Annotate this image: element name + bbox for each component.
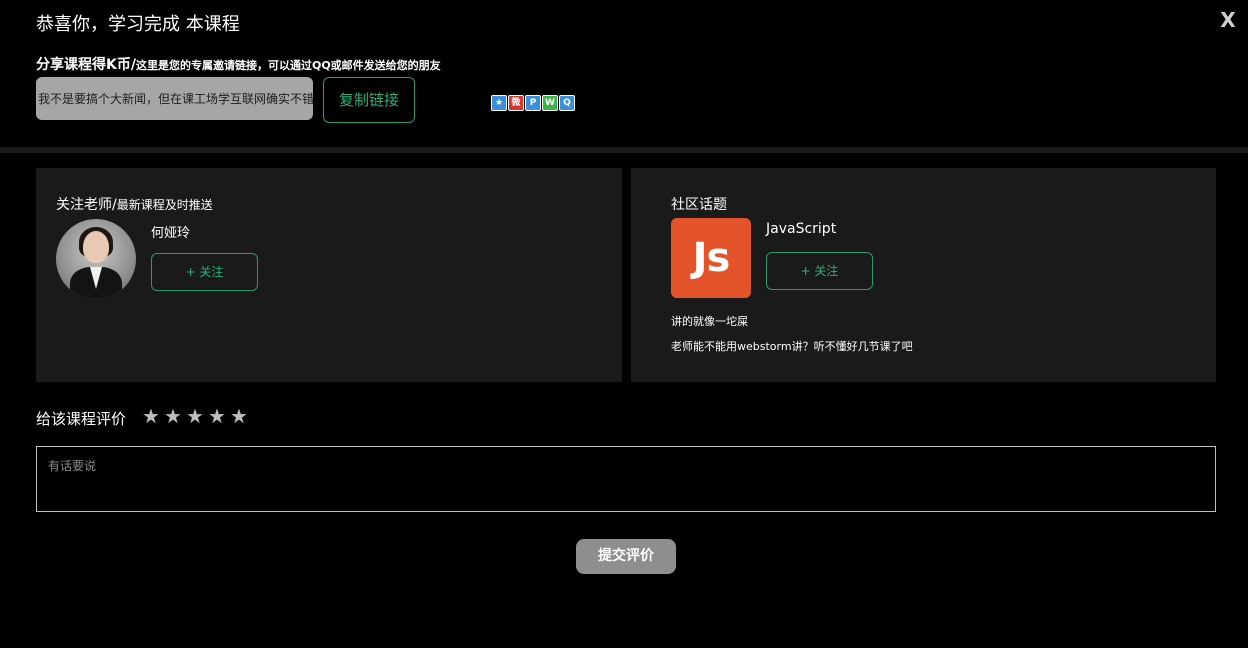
rating-label: 给该课程评价 (36, 410, 127, 428)
topic-post[interactable]: 老师能不能用webstorm讲？听不懂好几节课了吧 (671, 338, 913, 354)
dialog-title: 恭喜你，学习完成 本课程 (36, 14, 240, 35)
follow-teacher-heading-main: 关注老师/ (56, 197, 117, 213)
star-icon[interactable]: ★ (141, 404, 161, 428)
qzone-icon[interactable]: ★ (491, 95, 507, 111)
follow-topic-button[interactable]: + 关注 (766, 252, 873, 290)
follow-teacher-heading-sub: 最新课程及时推送 (116, 198, 213, 212)
star-icon[interactable]: ★ (185, 404, 205, 428)
share-heading-main: 分享课程得K币/ (36, 57, 136, 73)
submit-review-button[interactable]: 提交评价 (576, 539, 676, 574)
community-topic-card: 社区话题 Js JavaScript + 关注 讲的就像一坨屎 老师能不能用we… (631, 168, 1216, 382)
follow-teacher-card: 关注老师/最新课程及时推送 何娅玲 + 关注 (36, 168, 622, 382)
share-heading-sub: 这里是您的专属邀请链接，可以通过QQ或邮件发送给您的朋友 (135, 59, 441, 72)
community-heading: 社区话题 (671, 197, 727, 213)
topic-name[interactable]: JavaScript (766, 221, 836, 237)
copy-link-button[interactable]: 复制链接 (323, 77, 415, 123)
star-icon[interactable]: ★ (163, 404, 183, 428)
star-rating: ★ ★ ★ ★ ★ (141, 404, 249, 428)
star-icon[interactable]: ★ (229, 404, 249, 428)
qq-icon[interactable]: Q (559, 95, 575, 111)
javascript-logo-icon[interactable]: Js (671, 218, 751, 298)
share-icons: ★ 微 P W Q (491, 95, 575, 111)
weibo-icon[interactable]: 微 (508, 95, 524, 111)
tencent-weibo-icon[interactable]: P (525, 95, 541, 111)
star-icon[interactable]: ★ (207, 404, 227, 428)
teacher-avatar[interactable] (56, 219, 136, 299)
share-heading: 分享课程得K币/这里是您的专属邀请链接，可以通过QQ或邮件发送给您的朋友 (36, 54, 441, 74)
topic-post[interactable]: 讲的就像一坨屎 (671, 313, 748, 329)
follow-teacher-heading: 关注老师/最新课程及时推送 (56, 194, 213, 214)
comment-input[interactable] (36, 446, 1216, 512)
section-divider (0, 147, 1248, 153)
close-button[interactable]: X (1216, 8, 1240, 32)
teacher-name[interactable]: 何娅玲 (151, 222, 190, 241)
follow-teacher-button[interactable]: + 关注 (151, 253, 258, 291)
wechat-icon[interactable]: W (542, 95, 558, 111)
invite-link-field[interactable] (36, 77, 313, 120)
